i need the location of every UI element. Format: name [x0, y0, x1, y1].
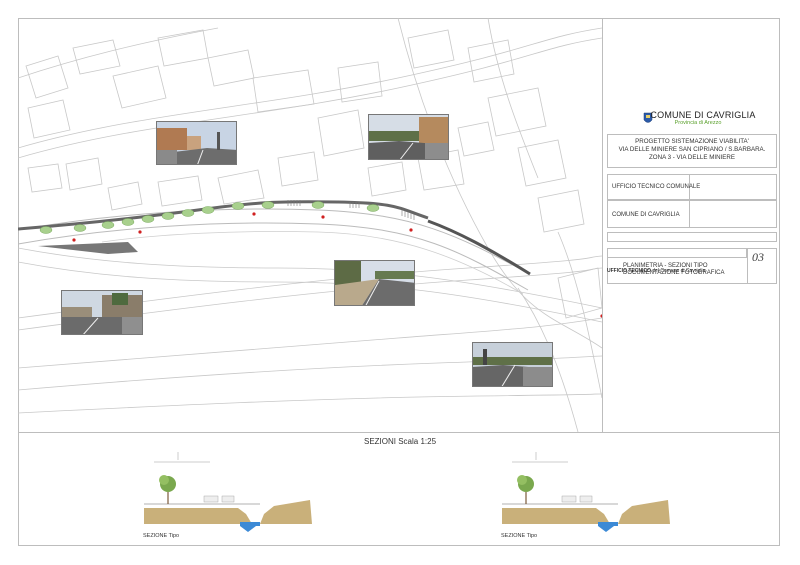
site-photo-2 — [368, 114, 449, 160]
project-line-3: ZONA 3 - VIA DELLE MINIERE — [649, 154, 735, 162]
project-title: PROGETTO SISTEMAZIONE VIABILITA' VIA DEL… — [603, 138, 781, 162]
footer-credit-rest: del Comune di Cavriglia — [652, 268, 706, 274]
drawing-sheet: COMUNE DI CAVRIGLIA Provincia di Arezzo … — [0, 0, 800, 565]
comune-box-right — [689, 200, 777, 228]
sections-title: SEZIONI Scala 1:25 — [363, 437, 437, 446]
footer-credit-bold: UFFICIO TECNICO — [607, 268, 651, 274]
section-drawing-right — [502, 452, 670, 532]
site-photo-3 — [334, 260, 415, 306]
ufficio-label: UFFICIO TECNICO COMUNALE — [612, 184, 701, 190]
project-line-1: PROGETTO SISTEMAZIONE VIABILITA' — [635, 138, 749, 145]
comune-box-label: COMUNE DI CAVRIGLIA — [612, 212, 680, 218]
section-label-right: SEZIONE Tipo — [501, 533, 538, 539]
site-photo-1 — [156, 121, 237, 165]
title-block: COMUNE DI CAVRIGLIA Provincia di Arezzo … — [602, 18, 780, 432]
project-line-2: VIA DELLE MINIERE SAN CIPRIANO / S.BARBA… — [618, 146, 766, 154]
comune-heading: COMUNE DI CAVRIGLIA Provincia di Arezzo — [603, 110, 781, 126]
drawing-meta-row — [607, 248, 747, 258]
site-photo-5 — [472, 342, 553, 387]
site-photo-4 — [61, 290, 143, 335]
sheet-number: 03 — [752, 250, 764, 264]
ufficio-box-right — [689, 174, 777, 200]
footer-credit: UFFICIO TECNICO del Comune di Cavriglia — [607, 268, 705, 274]
comune-name: COMUNE DI CAVRIGLIA — [650, 110, 756, 120]
provincia-name: Provincia di Arezzo — [674, 120, 722, 126]
section-drawing-left — [144, 452, 312, 532]
section-label-left: SEZIONE Tipo — [143, 533, 180, 539]
blank-row-box — [607, 232, 777, 242]
